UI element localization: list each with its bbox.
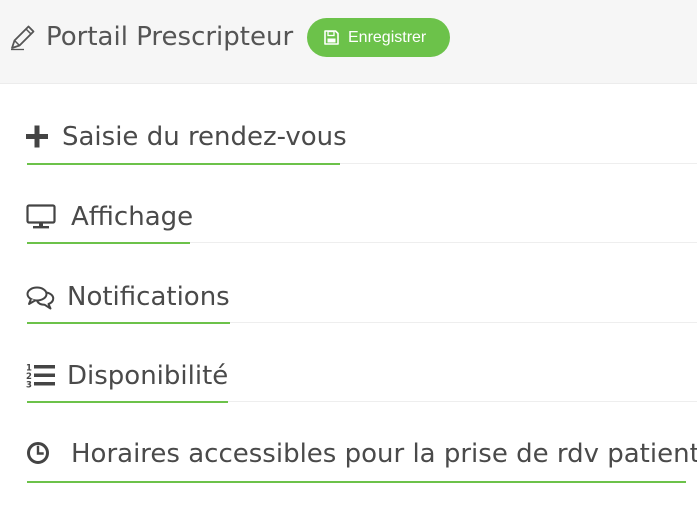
section-horaires-accessibles[interactable]: Horaires accessibles pour la prise de rd…	[0, 430, 697, 486]
section-label: Disponibilité	[67, 361, 229, 391]
section-notifications[interactable]: Notifications	[0, 272, 697, 328]
section-saisie-rendez-vous[interactable]: Saisie du rendez-vous	[0, 112, 697, 168]
numbered-list-icon: 1 2 3	[26, 364, 55, 389]
section-underline	[27, 401, 228, 403]
section-underline	[27, 322, 230, 324]
chat-bubbles-icon	[26, 286, 55, 310]
pencil-icon	[11, 25, 35, 51]
section-label: Affichage	[71, 202, 194, 232]
clock-icon	[27, 442, 49, 464]
section-underline	[27, 242, 190, 244]
section-underline	[27, 481, 686, 483]
section-disponibilite[interactable]: 1 2 3 Disponibilité	[0, 352, 697, 408]
page-header: Portail Prescripteur Enregistrer	[0, 0, 697, 84]
section-label: Horaires accessibles pour la prise de rd…	[71, 439, 697, 469]
floppy-disk-icon	[324, 30, 339, 45]
monitor-icon	[26, 204, 56, 229]
page-title: Portail Prescripteur	[46, 22, 294, 52]
section-label: Saisie du rendez-vous	[62, 122, 347, 152]
svg-text:3: 3	[26, 381, 32, 389]
section-affichage[interactable]: Affichage	[0, 192, 697, 248]
section-label: Notifications	[67, 282, 230, 312]
save-button[interactable]: Enregistrer	[307, 18, 450, 57]
save-button-label: Enregistrer	[348, 29, 427, 46]
plus-icon	[26, 125, 48, 148]
section-underline	[27, 163, 340, 165]
